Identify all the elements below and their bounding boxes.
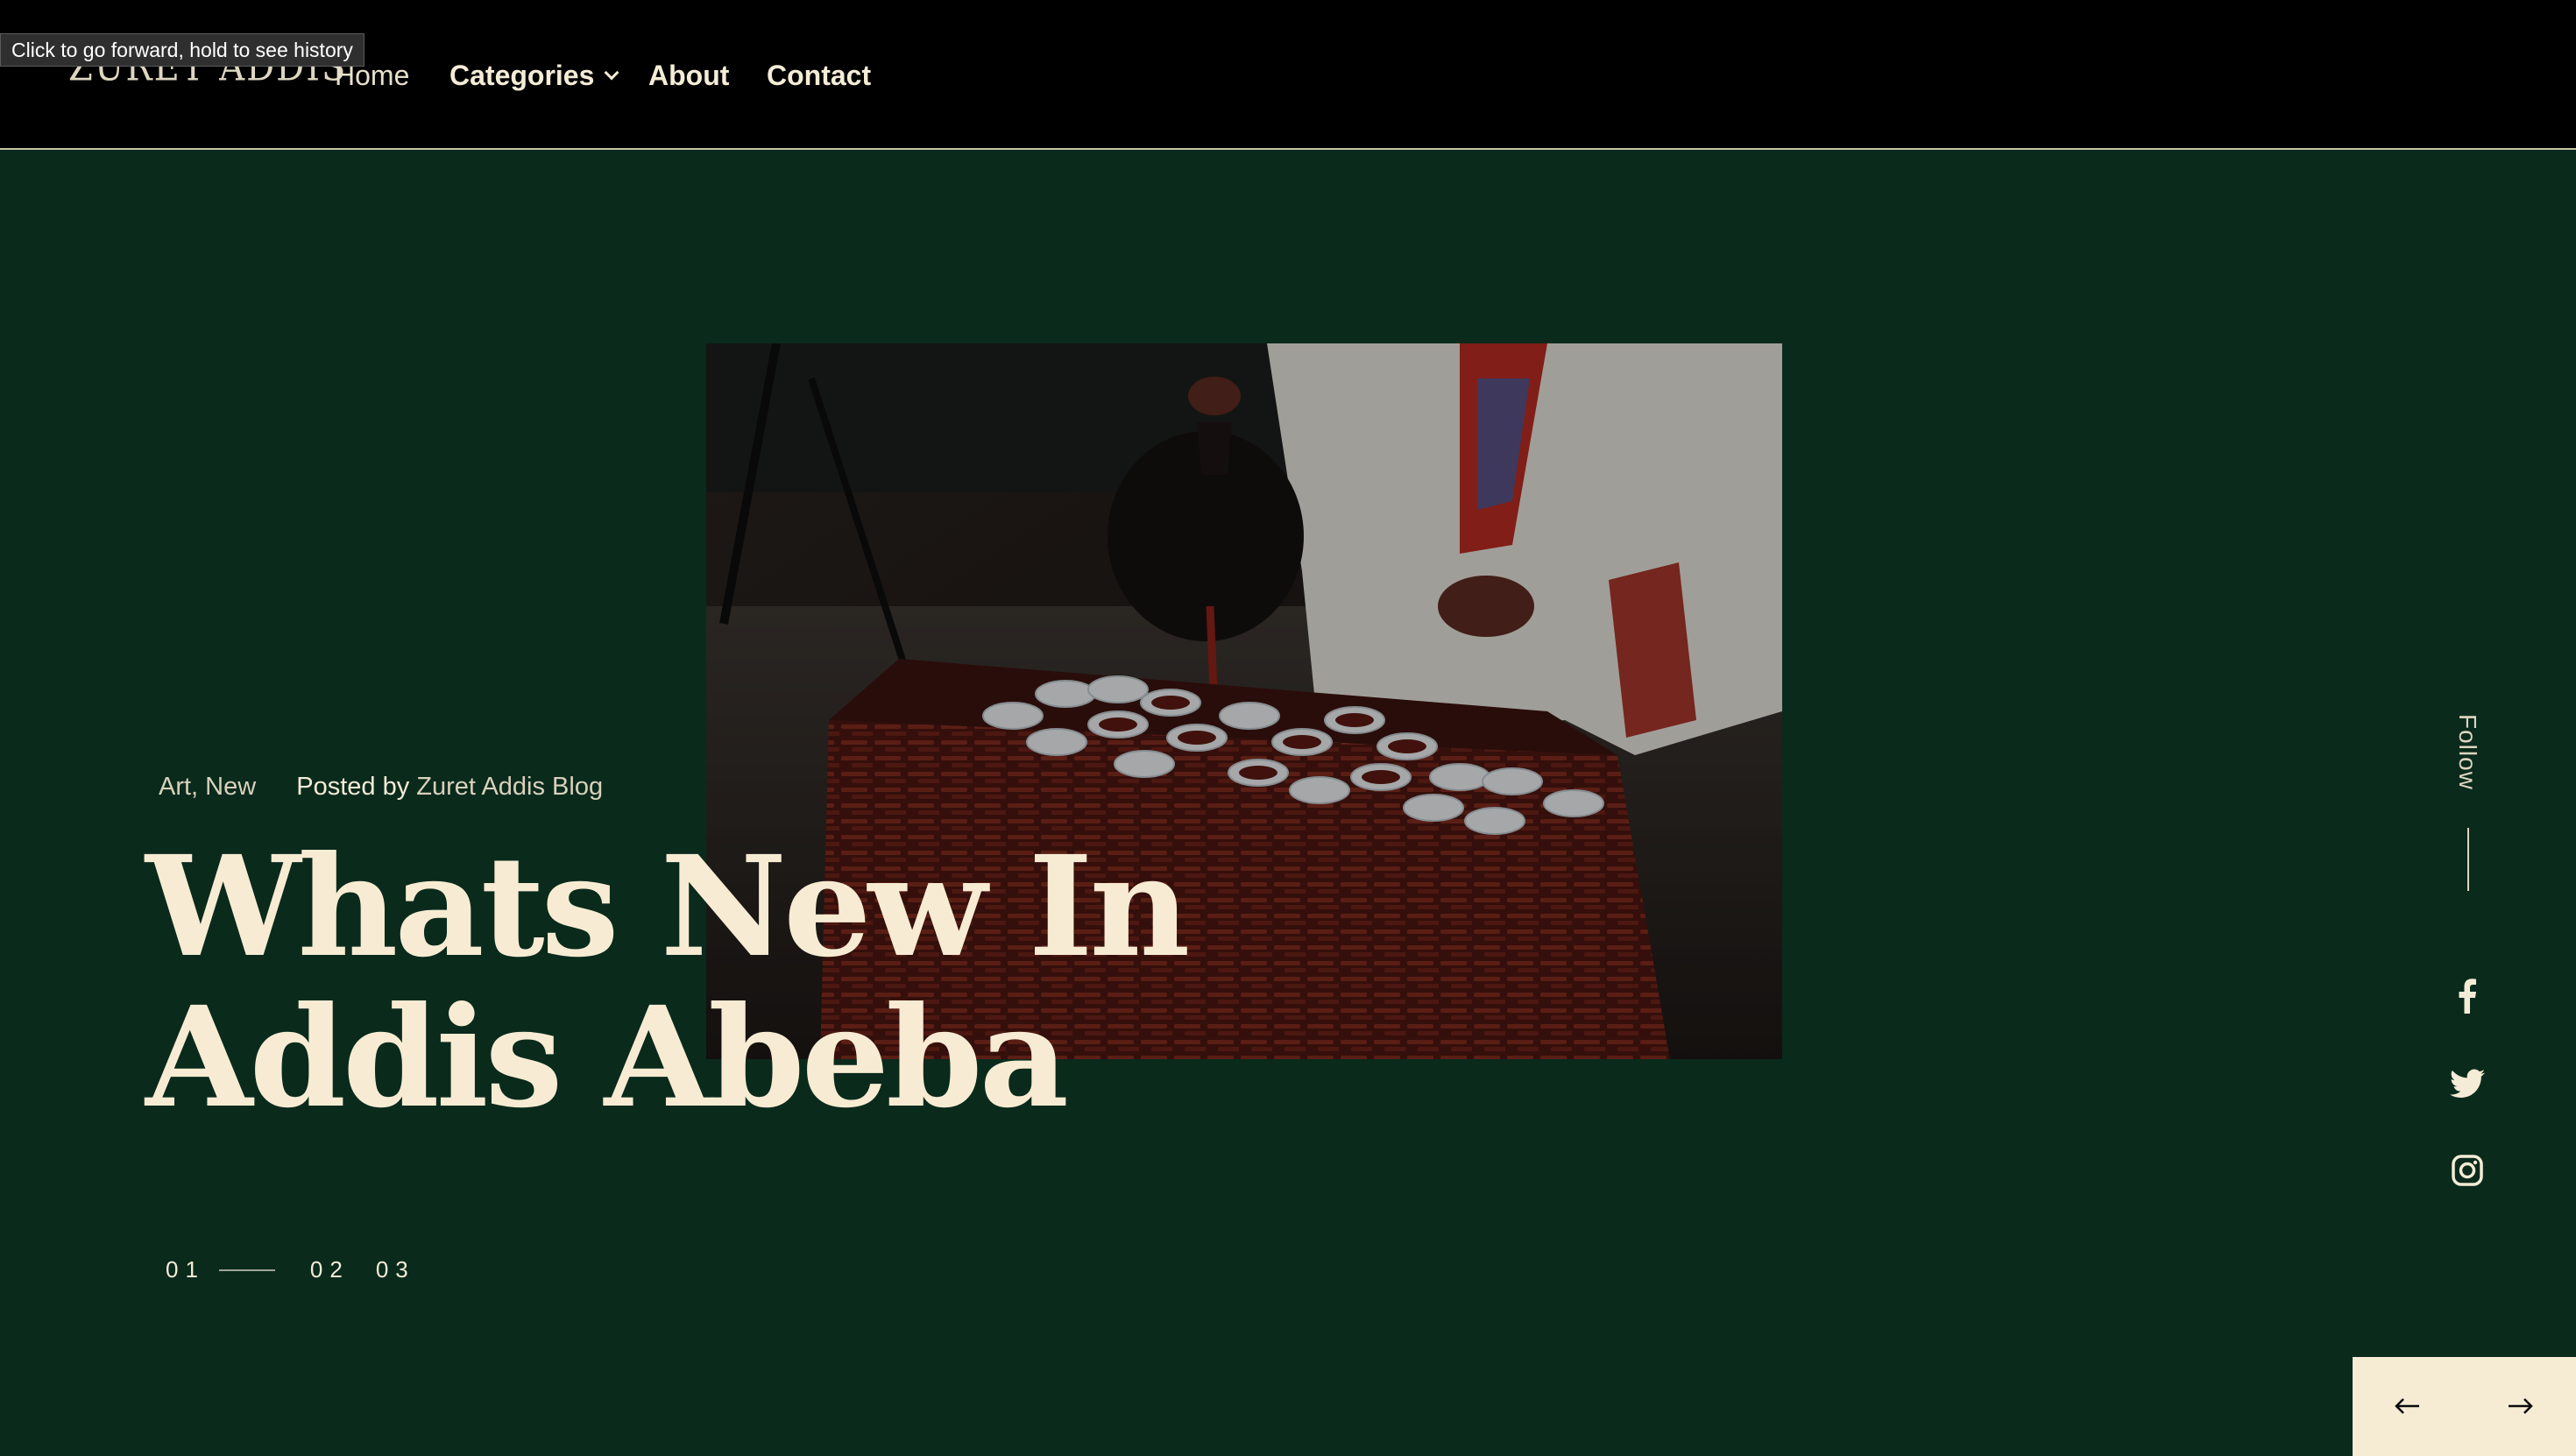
slide-indicator-1[interactable]: 01 — [166, 1256, 205, 1283]
instagram-icon[interactable] — [2450, 1153, 2485, 1188]
posted-by-label: Posted by — [296, 773, 410, 801]
chevron-down-icon — [604, 65, 619, 81]
post-title[interactable]: Whats New In Addis Abeba — [145, 832, 1565, 1134]
instagram-icon-glyph — [2452, 1155, 2483, 1186]
follow-label: Follow — [2454, 714, 2481, 790]
slide-indicators: 01 02 03 — [166, 1256, 415, 1283]
follow-divider — [2467, 828, 2469, 891]
twitter-icon-glyph — [2450, 1069, 2485, 1098]
facebook-icon-glyph — [2459, 979, 2476, 1014]
nav-contact[interactable]: Contact — [767, 56, 871, 95]
slide-indicator-2[interactable]: 02 — [310, 1256, 350, 1283]
active-slide-line — [218, 1269, 275, 1271]
nav-about[interactable]: About — [648, 56, 729, 95]
arrow-right-icon[interactable] — [2502, 1389, 2537, 1424]
page: ZURET ADDIS Home Categories About Contac… — [0, 0, 2576, 1456]
nav-categories-label: Categories — [449, 60, 595, 91]
arrow-right-icon-glyph — [2509, 1398, 2533, 1414]
post-categories[interactable]: Art, New — [159, 773, 256, 801]
slider-controls — [2353, 1357, 2576, 1456]
post-author[interactable]: Zuret Addis Blog — [416, 773, 603, 801]
arrow-left-icon[interactable] — [2390, 1389, 2425, 1424]
slide-indicator-3[interactable]: 03 — [376, 1256, 415, 1283]
arrow-left-icon-glyph — [2395, 1398, 2419, 1414]
twitter-icon[interactable] — [2450, 1066, 2485, 1101]
facebook-icon[interactable] — [2450, 979, 2485, 1014]
nav-categories[interactable]: Categories — [449, 56, 619, 95]
post-meta: Art, New Posted by Zuret Addis Blog — [159, 773, 603, 802]
browser-tooltip: Click to go forward, hold to see history — [0, 33, 364, 67]
site-header: ZURET ADDIS Home Categories About Contac… — [0, 0, 2576, 150]
